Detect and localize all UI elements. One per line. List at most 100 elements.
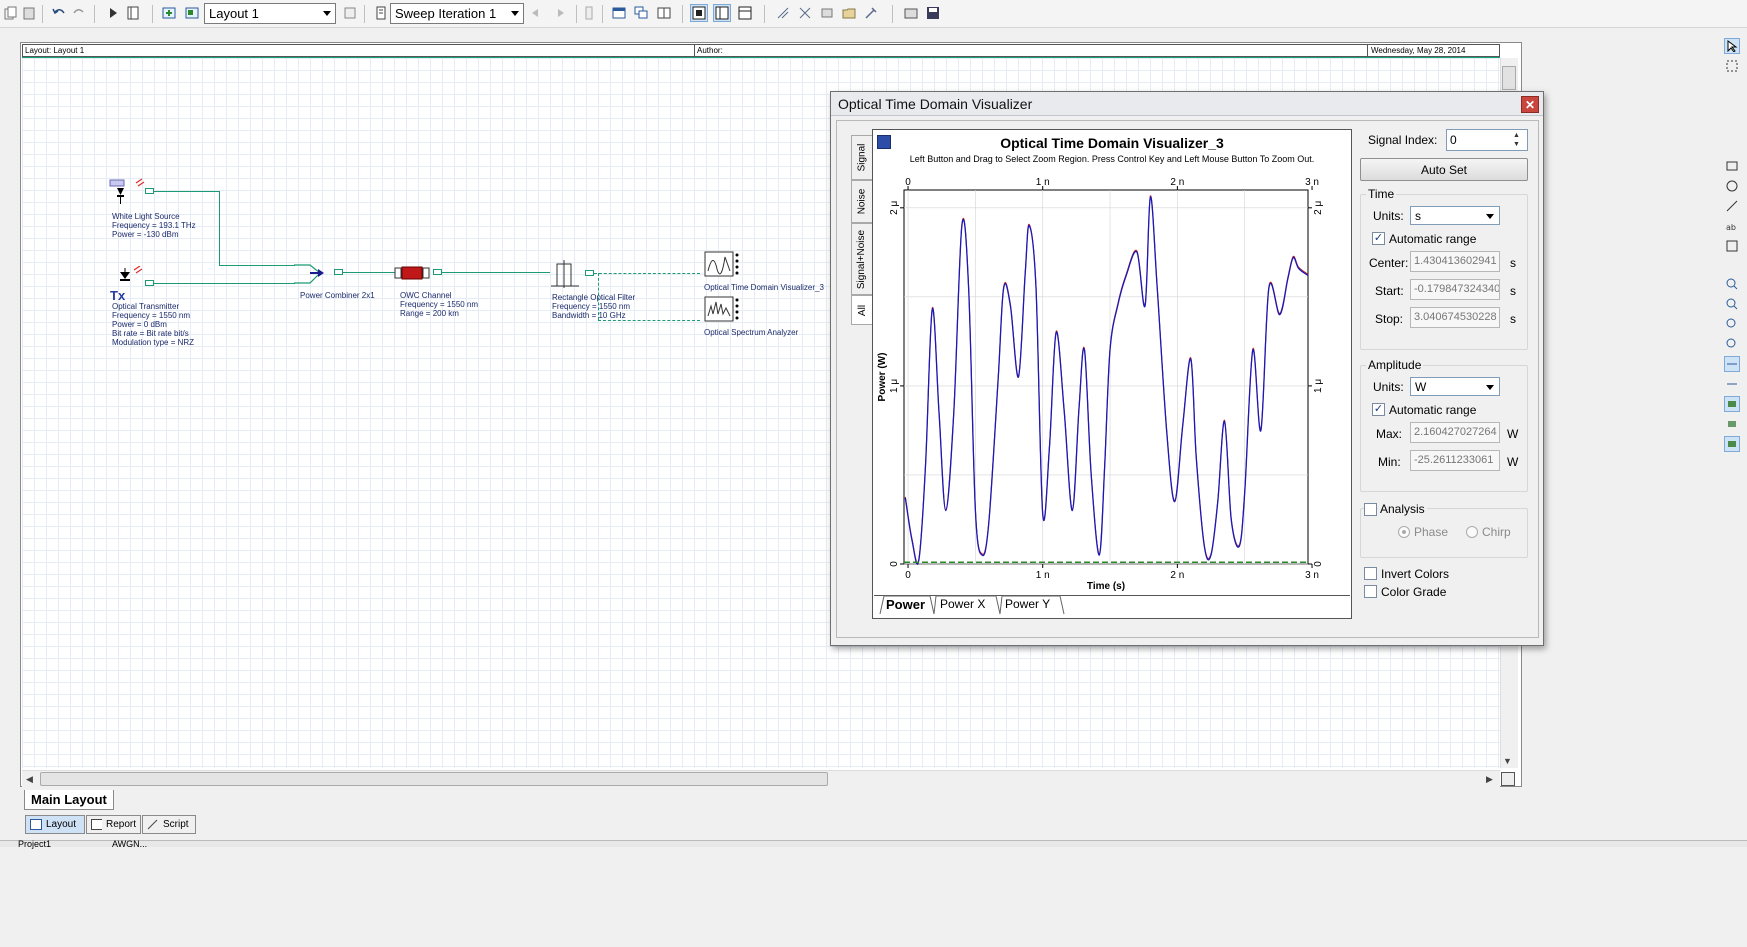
horizontal-scroll-thumb[interactable] xyxy=(40,772,828,786)
chirp-radio[interactable] xyxy=(1466,526,1478,538)
x-tick-label: 2 n xyxy=(1170,177,1184,188)
optical-filter-icon[interactable] xyxy=(549,258,581,290)
delete-layout-icon[interactable] xyxy=(341,4,359,22)
copy-icon[interactable] xyxy=(2,4,20,22)
zoom-fit-icon[interactable] xyxy=(1724,316,1740,332)
layout-view-icon[interactable] xyxy=(124,4,142,22)
output-port[interactable] xyxy=(145,188,154,194)
spectrum-analyzer-icon[interactable] xyxy=(703,296,741,324)
zoom-in-icon[interactable] xyxy=(1724,276,1740,292)
zoom-region-icon[interactable] xyxy=(1724,336,1740,352)
min-field[interactable]: -25.2611233061 xyxy=(1410,450,1500,471)
window-icon[interactable] xyxy=(610,4,628,22)
scroll-left-icon[interactable]: ◀ xyxy=(26,774,33,785)
redo-icon[interactable] xyxy=(70,4,88,22)
x-tick-label: 0 xyxy=(905,570,911,581)
tab-all[interactable]: All xyxy=(851,295,873,325)
line-icon[interactable] xyxy=(1724,198,1740,214)
time-automatic-range-checkbox[interactable]: ✓ xyxy=(1372,232,1385,245)
auto-set-button[interactable]: Auto Set xyxy=(1360,158,1528,181)
x-tick-label: 0 xyxy=(905,177,911,188)
invert-colors-checkbox[interactable] xyxy=(1364,567,1377,580)
sweep-next-icon[interactable] xyxy=(550,4,568,22)
align-icon[interactable] xyxy=(774,4,792,22)
analysis-label: Analysis xyxy=(1378,502,1427,516)
zoom-out-icon[interactable] xyxy=(1724,296,1740,312)
tools-icon[interactable] xyxy=(862,4,880,22)
max-field[interactable]: 2.160427027264 xyxy=(1410,422,1500,443)
stop-field[interactable]: 3.040674530228 xyxy=(1410,307,1500,328)
output-port[interactable] xyxy=(433,269,442,275)
output-port[interactable] xyxy=(334,269,343,275)
pointer-icon[interactable] xyxy=(1724,38,1740,54)
cursor-icon[interactable] xyxy=(1724,396,1740,412)
layout-tab-icon xyxy=(30,819,42,830)
text-tool-icon[interactable]: ab xyxy=(1724,218,1740,234)
tab-signal-noise[interactable]: Signal+Noise xyxy=(851,223,873,295)
amplitude-units-label: Units: xyxy=(1373,380,1404,394)
amplitude-units-select[interactable]: W xyxy=(1410,377,1500,396)
save-icon[interactable] xyxy=(924,4,942,22)
analysis-checkbox[interactable] xyxy=(1364,503,1377,516)
power-combiner-label: Power Combiner 2x1 xyxy=(300,291,375,300)
color-grade-checkbox[interactable] xyxy=(1364,585,1377,598)
folder-icon[interactable] xyxy=(840,4,858,22)
sweep-iteration-select[interactable]: Sweep Iteration 1 xyxy=(390,3,524,24)
tab-signal[interactable]: Signal xyxy=(851,135,873,180)
cascade-icon[interactable] xyxy=(632,4,650,22)
spinner-arrows-icon[interactable]: ▲ ▼ xyxy=(1513,131,1520,149)
phase-radio[interactable] xyxy=(1398,526,1410,538)
tab-script[interactable]: Script xyxy=(142,815,196,834)
layout-select[interactable]: Layout 1 xyxy=(204,3,336,24)
sweep-icon[interactable] xyxy=(372,4,390,22)
edit-icon[interactable] xyxy=(818,4,836,22)
power-combiner-icon[interactable] xyxy=(292,258,338,290)
add-layout-icon[interactable] xyxy=(160,4,178,22)
max-label: Max: xyxy=(1376,427,1403,441)
layout-icon[interactable] xyxy=(183,4,201,22)
paste-icon[interactable] xyxy=(20,4,38,22)
measure-icon[interactable] xyxy=(1724,356,1740,372)
tab-report[interactable]: Report xyxy=(86,815,141,834)
max-unit: W xyxy=(1507,427,1519,441)
rectangle-icon[interactable] xyxy=(1724,158,1740,174)
y-tick-label: 0 xyxy=(889,561,900,567)
visualizer-titlebar[interactable]: Optical Time Domain Visualizer ✕ xyxy=(831,92,1543,116)
center-field[interactable]: 1.430413602941 xyxy=(1410,251,1500,272)
scroll-right-icon[interactable]: ▶ xyxy=(1486,774,1493,785)
awgn-tab[interactable]: AWGN... xyxy=(112,839,147,849)
tile-icon[interactable] xyxy=(655,4,673,22)
time-units-select[interactable]: s xyxy=(1410,206,1500,225)
view-panel-icon[interactable] xyxy=(736,4,754,22)
select-region-icon[interactable] xyxy=(1724,58,1740,74)
start-field[interactable]: -0.179847324340 xyxy=(1410,279,1500,300)
marker-icon[interactable] xyxy=(1724,376,1740,392)
close-button[interactable]: ✕ xyxy=(1521,96,1539,113)
run-icon[interactable] xyxy=(104,4,122,22)
ellipse-icon[interactable] xyxy=(1724,178,1740,194)
tab-noise[interactable]: Noise xyxy=(851,180,873,223)
time-domain-visualizer-icon[interactable] xyxy=(703,251,741,279)
main-layout-tab[interactable]: Main Layout xyxy=(24,790,114,810)
undo-icon[interactable] xyxy=(50,4,68,22)
amplitude-automatic-range-checkbox[interactable]: ✓ xyxy=(1372,403,1385,416)
connect-icon[interactable] xyxy=(796,4,814,22)
output-port[interactable] xyxy=(145,280,154,286)
white-light-source-icon[interactable] xyxy=(108,178,146,206)
power-time-chart[interactable]: 001 n1 n2 n2 n3 n3 n0 01 μ1 μ2 μ2 μTime (… xyxy=(872,170,1352,598)
tab-layout[interactable]: Layout xyxy=(25,815,85,834)
owc-channel-icon[interactable] xyxy=(392,265,438,281)
view-normal-icon[interactable] xyxy=(690,4,708,22)
export-icon[interactable] xyxy=(902,4,920,22)
view-split-icon[interactable] xyxy=(713,4,731,22)
legend-icon[interactable] xyxy=(1724,436,1740,452)
output-port[interactable] xyxy=(585,270,594,276)
report-icon[interactable] xyxy=(580,4,598,22)
project-tab[interactable]: Project1 xyxy=(18,839,51,849)
sweep-prev-icon[interactable] xyxy=(528,4,546,22)
annotate-icon[interactable] xyxy=(1724,416,1740,432)
overview-icon[interactable] xyxy=(1501,772,1515,786)
scroll-down-icon[interactable]: ▼ xyxy=(1503,756,1512,766)
vertical-scroll-thumb[interactable] xyxy=(1502,66,1516,90)
grid-tool-icon[interactable] xyxy=(1724,238,1740,254)
